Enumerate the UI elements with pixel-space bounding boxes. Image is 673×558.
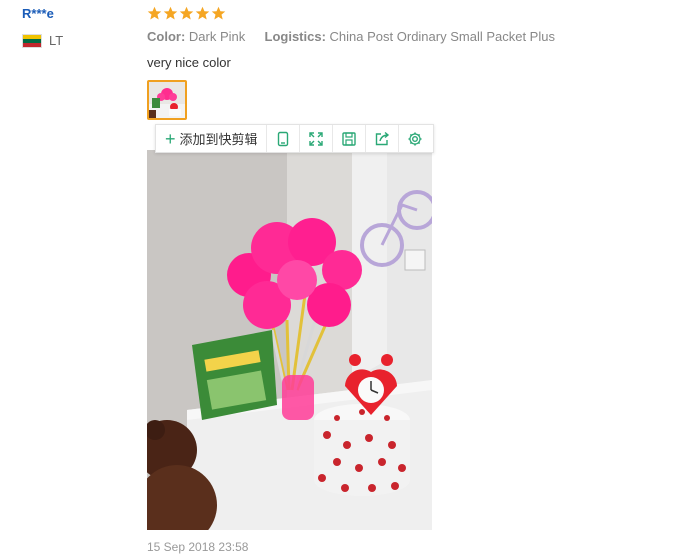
star-icon [147,6,162,20]
reviewer-name[interactable]: R***e [22,6,54,21]
country-code: LT [49,33,64,48]
add-to-clip-button[interactable]: + 添加到快剪辑 [156,125,267,152]
star-icon [195,6,210,20]
plus-icon: + [165,128,176,149]
thumbnail-image [149,82,185,118]
star-icon [211,6,226,20]
share-icon [375,131,389,145]
settings-icon [408,132,422,145]
star-icon [179,6,194,20]
phone-button[interactable] [267,125,300,152]
phone-icon [277,131,288,146]
clip-toolbar: + 添加到快剪辑 [155,124,434,153]
add-to-clip-label: 添加到快剪辑 [179,132,258,147]
logistics-label: Logistics: [264,29,326,44]
settings-button[interactable] [399,125,431,152]
review-photo[interactable] [147,150,432,530]
color-value: Dark Pink [188,29,246,44]
lithuania-flag-icon [22,33,42,48]
review-text: very nice color [147,55,231,70]
color-label: Color: [147,29,186,44]
logistics-value: China Post Ordinary Small Packet Plus [329,29,555,44]
review-photo-image [147,150,432,530]
reviewer-country: LT [22,33,63,48]
photo-thumbnail[interactable] [147,80,187,120]
save-icon [341,131,356,146]
star-rating [147,6,226,21]
fullscreen-button[interactable] [300,125,333,152]
fullscreen-icon [308,131,323,146]
share-button[interactable] [366,125,399,152]
review-date: 15 Sep 2018 23:58 [147,540,249,554]
save-button[interactable] [333,125,366,152]
order-attributes: Color: Dark Pink Logistics: China Post O… [147,29,555,44]
star-icon [163,6,178,20]
